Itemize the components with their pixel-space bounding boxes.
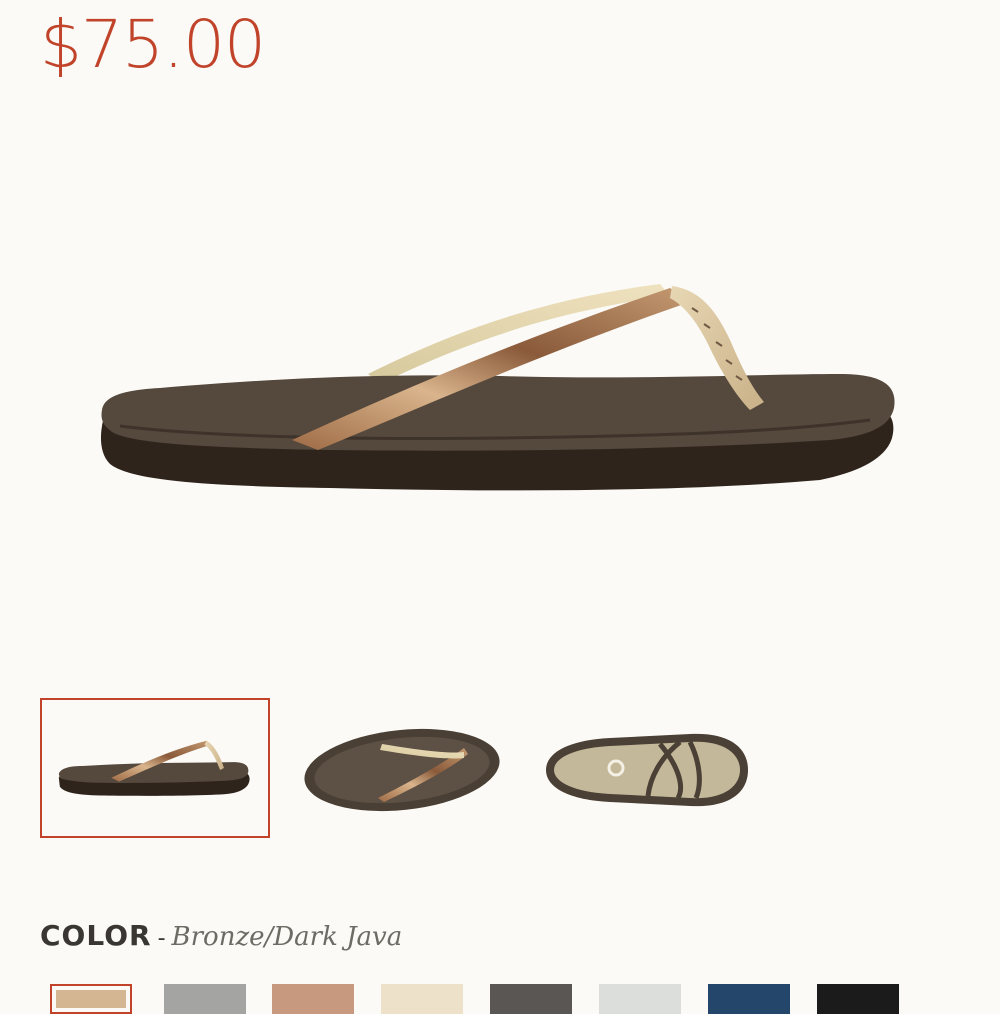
product-price: $75.00 [40, 6, 266, 83]
color-selection-label: COLOR - Bronze/Dark Java [40, 919, 403, 952]
color-swatch[interactable] [490, 984, 572, 1014]
color-swatch-chip [272, 984, 354, 1014]
thumbnail-side-view[interactable] [40, 698, 270, 838]
thumbnail-sole-view[interactable] [530, 698, 760, 838]
color-swatch[interactable] [817, 984, 899, 1014]
sandal-sole-thumbnail-image [546, 733, 748, 807]
color-swatch-chip [381, 984, 463, 1014]
color-swatch-chip [817, 984, 899, 1014]
color-heading: COLOR [40, 919, 152, 952]
color-swatch-chip [599, 984, 681, 1014]
color-swatch[interactable] [708, 984, 790, 1014]
color-swatch[interactable] [272, 984, 354, 1014]
thumbnail-top-view[interactable] [298, 698, 528, 838]
product-main-image [100, 284, 895, 491]
color-swatch[interactable] [164, 984, 246, 1014]
color-swatch-chip [490, 984, 572, 1014]
selected-color-name: Bronze/Dark Java [171, 922, 403, 952]
color-swatch[interactable] [381, 984, 463, 1014]
color-swatch-chip [164, 984, 246, 1014]
color-swatch[interactable] [599, 984, 681, 1014]
color-swatch-chip [708, 984, 790, 1014]
color-swatch-chip [56, 990, 126, 1008]
color-separator: - [157, 926, 166, 951]
color-swatch[interactable] [50, 984, 132, 1014]
sandal-side-thumbnail-image [58, 740, 250, 796]
sandal-top-thumbnail-image [304, 728, 500, 812]
